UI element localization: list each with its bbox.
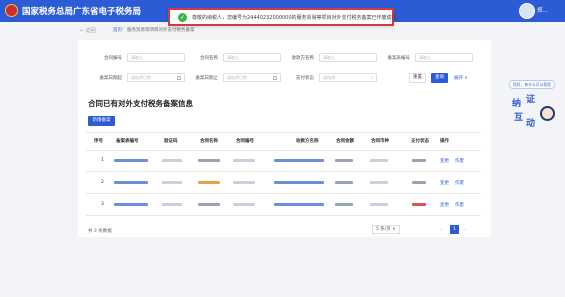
- contract-no-label: 合同编号: [104, 56, 122, 61]
- column-header: 序号: [94, 139, 103, 144]
- total-count: 共 3 条数据: [88, 229, 112, 234]
- redacted-currency: [370, 203, 388, 206]
- date-to-label: 备案日期止: [195, 76, 219, 81]
- void-link[interactable]: 作废: [455, 180, 464, 186]
- void-link[interactable]: 作废: [455, 158, 464, 164]
- prev-page-button[interactable]: ‹: [440, 227, 442, 233]
- add-record-button[interactable]: 新增备案: [88, 116, 115, 126]
- check-circle-icon: ✓: [178, 13, 187, 22]
- redacted-amount: [335, 181, 353, 184]
- redacted-payee-name: [274, 203, 324, 206]
- query-button[interactable]: 查询: [431, 73, 448, 83]
- redacted-contract-name: [198, 159, 220, 162]
- change-link[interactable]: 变更: [440, 158, 449, 164]
- column-header: 验证码: [164, 139, 178, 144]
- user-avatar[interactable]: [519, 3, 535, 19]
- redacted-contract-no: [233, 181, 255, 184]
- back-link[interactable]: ← 返回: [80, 27, 96, 34]
- breadcrumb-home[interactable]: 首页: [113, 27, 122, 33]
- table-top-divider: [86, 132, 481, 133]
- main-card: 合同编号 请输入 合同名称 请输入 收款方名称 请输入 备案表编号 请输入 备案…: [78, 40, 491, 237]
- column-header: 合同编号: [236, 139, 254, 144]
- column-header: 收款方名称: [296, 139, 319, 144]
- success-toast: ✓ 尊敬的纳税人，您编号为24440232000000的服务贸易等项目对外支付税…: [168, 8, 402, 26]
- interactive-helper-widget[interactable]: 纳 证 互 动: [512, 92, 557, 136]
- section-title: 合同已有对外支付税务备案信息: [88, 99, 193, 108]
- payee-name-label: 收款方名称: [291, 56, 315, 61]
- toast-message: 尊敬的纳税人，您编号为24440232000000的服务贸易等项目对外支付税务备…: [192, 15, 402, 21]
- date-to-picker[interactable]: 请选择日期: [223, 73, 281, 82]
- redacted-contract-name: [198, 181, 220, 184]
- date-from-placeholder: 请选择日期: [131, 75, 151, 80]
- page-1-button[interactable]: 1: [450, 225, 459, 234]
- site-title: 国家税务总局广东省电子税务局: [22, 7, 142, 17]
- contract-name-input[interactable]: 请输入: [223, 53, 281, 62]
- row-divider: [86, 193, 481, 194]
- redacted-currency: [370, 159, 388, 162]
- change-link[interactable]: 变更: [440, 180, 449, 186]
- column-header: 合同币种: [371, 139, 389, 144]
- expand-filters-link[interactable]: 展开 ∨: [454, 75, 468, 81]
- redacted-verify-code: [162, 159, 182, 162]
- page-size-select[interactable]: 5 条/页 ∨: [372, 225, 400, 234]
- helper-char: 互: [514, 113, 524, 123]
- helper-char: 证: [526, 95, 536, 105]
- reset-button[interactable]: 重置: [409, 73, 426, 83]
- row-number: 3: [101, 202, 104, 207]
- chevron-down-icon: ∨: [370, 75, 373, 80]
- date-from-label: 备案日期起: [99, 76, 123, 81]
- date-to-placeholder: 请选择日期: [227, 75, 247, 80]
- breadcrumb-separator: /: [122, 27, 124, 32]
- pay-status-label: 支付状态: [296, 76, 314, 81]
- breadcrumb: ← 返回 首页 / 服务贸易等项目对外支付税务备案: [80, 27, 490, 37]
- record-no-input[interactable]: 请输入: [415, 53, 473, 62]
- redacted-contract-name: [198, 203, 220, 206]
- redacted-payee-name: [274, 181, 324, 184]
- redacted-amount: [335, 159, 353, 162]
- redacted-amount: [335, 203, 353, 206]
- record-no-label: 备案表编号: [387, 56, 411, 61]
- redacted-payee-name: [274, 159, 324, 162]
- redacted-contract-no: [233, 203, 255, 206]
- helper-char: 动: [526, 119, 536, 129]
- row-number: 1: [101, 158, 104, 163]
- redacted-contract-no: [233, 159, 255, 162]
- helper-bubble[interactable]: 您好，有什么可以帮您: [509, 80, 555, 89]
- contract-no-input[interactable]: 请输入: [127, 53, 185, 62]
- payee-name-input[interactable]: 请输入: [319, 53, 377, 62]
- column-header: 合同金额: [336, 139, 354, 144]
- redacted-record-no: [114, 181, 148, 184]
- breadcrumb-current: 服务贸易等项目对外支付税务备案: [127, 28, 195, 33]
- column-header: 备案表编号: [116, 139, 139, 144]
- redacted-pay-status: [412, 159, 426, 162]
- redacted-verify-code: [162, 203, 182, 206]
- redacted-record-no: [114, 203, 148, 206]
- table-header-divider: [86, 150, 481, 151]
- redacted-record-no: [114, 159, 148, 162]
- pay-status-select[interactable]: 请选择 ∨: [319, 73, 377, 82]
- column-header: 操作: [440, 139, 449, 144]
- row-divider: [86, 171, 481, 172]
- contract-name-label: 合同名称: [200, 56, 218, 61]
- void-link[interactable]: 作废: [455, 202, 464, 208]
- user-name[interactable]: 郑...: [537, 6, 548, 14]
- row-divider: [86, 215, 481, 216]
- row-number: 2: [101, 180, 104, 185]
- column-header: 支付状态: [411, 139, 429, 144]
- next-page-button[interactable]: ›: [464, 227, 466, 233]
- redacted-currency: [370, 181, 388, 184]
- redacted-pay-status: [412, 181, 426, 184]
- redacted-pay-status: [412, 203, 426, 206]
- mascot-icon: [540, 106, 555, 121]
- redacted-verify-code: [162, 181, 182, 184]
- date-from-picker[interactable]: 请选择日期: [127, 73, 185, 82]
- tax-emblem-icon: [5, 4, 18, 17]
- pay-status-placeholder: 请选择: [323, 75, 335, 80]
- helper-char: 纳: [512, 99, 522, 109]
- column-header: 合同名称: [200, 139, 218, 144]
- change-link[interactable]: 变更: [440, 202, 449, 208]
